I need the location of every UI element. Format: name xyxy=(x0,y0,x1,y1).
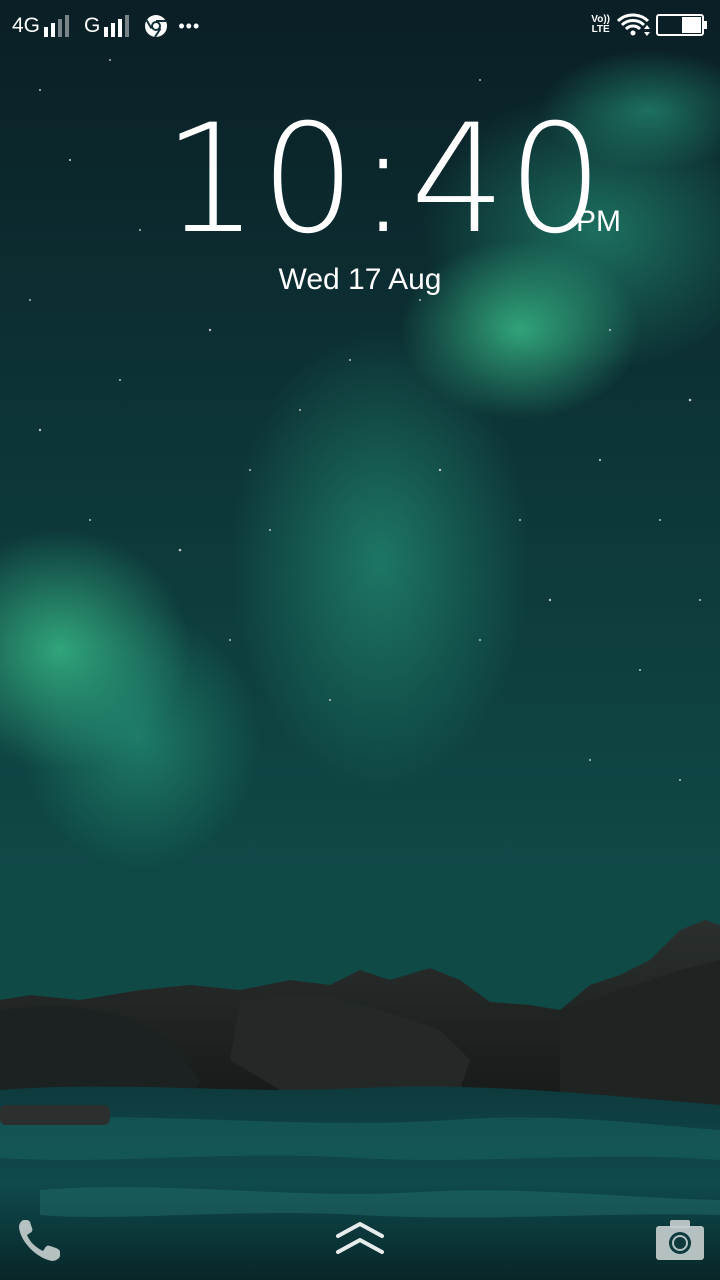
wifi-icon xyxy=(616,13,650,36)
status-bar: 4G G ••• Vo)) LTE xyxy=(0,0,720,52)
signal-icon xyxy=(44,15,70,37)
signal-icon xyxy=(104,15,130,37)
clock-time: 10:40 xyxy=(163,93,606,267)
volte-icon: Vo)) LTE xyxy=(591,15,610,35)
volte-line2: LTE xyxy=(591,24,610,35)
swipe-up-icon xyxy=(336,1222,384,1254)
chrome-icon xyxy=(145,15,168,38)
more-dots-icon: ••• xyxy=(178,16,201,36)
phone-shortcut-button[interactable] xyxy=(14,1214,66,1266)
network-2-label: G xyxy=(84,14,101,37)
camera-icon xyxy=(656,1220,704,1260)
lock-clock: 10:40 PM xyxy=(0,100,720,260)
swipe-up-button[interactable] xyxy=(330,1216,390,1262)
status-bar-left: 4G G ••• xyxy=(12,12,200,40)
camera-shortcut-button[interactable] xyxy=(654,1218,706,1262)
network-1-label: 4G xyxy=(12,14,41,37)
clock-date: Wed 17 Aug xyxy=(278,263,442,296)
lock-screen: 4G G ••• Vo)) LTE 10:40 PM Wed 17 Aug xyxy=(0,0,720,1280)
status-bar-right: Vo)) LTE xyxy=(591,12,708,38)
phone-icon xyxy=(19,1220,60,1261)
battery-icon xyxy=(656,14,707,36)
clock-ampm: PM xyxy=(576,205,621,238)
